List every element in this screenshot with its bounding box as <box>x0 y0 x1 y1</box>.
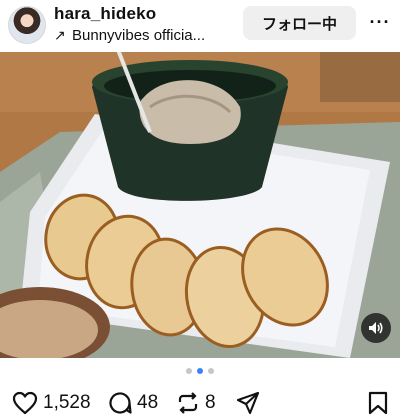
following-button[interactable]: フォロー中 <box>243 6 356 40</box>
comment-count: 48 <box>137 392 159 413</box>
bookmark-icon <box>368 391 388 415</box>
like-action[interactable]: 1,528 <box>12 388 91 418</box>
music-attribution[interactable]: ↗ Bunnyvibes officia... <box>54 27 240 44</box>
post-photo[interactable] <box>0 52 400 358</box>
share-action[interactable] <box>236 388 260 418</box>
comment-icon <box>108 391 132 415</box>
action-bar: 1,528 48 8 <box>0 388 400 420</box>
repost-action[interactable]: 8 <box>176 388 216 418</box>
heart-icon <box>12 391 38 415</box>
send-icon <box>236 391 260 415</box>
post-header: hara_hideko ↗ Bunnyvibes officia... フォロー中… <box>0 0 400 52</box>
avatar[interactable] <box>8 6 46 44</box>
carousel-dot <box>186 368 192 374</box>
speaker-icon[interactable] <box>361 313 391 343</box>
comment-action[interactable]: 48 <box>108 388 158 418</box>
food-photo-illustration <box>0 52 400 358</box>
like-count: 1,528 <box>43 392 91 413</box>
music-attribution-label: Bunnyvibes officia... <box>72 27 206 44</box>
carousel-indicator <box>0 368 400 380</box>
repost-count: 8 <box>205 392 216 413</box>
carousel-dot <box>208 368 214 374</box>
arrow-up-right-icon: ↗ <box>54 27 66 43</box>
carousel-dot <box>197 368 203 374</box>
save-action[interactable] <box>368 388 388 418</box>
repost-icon <box>176 391 200 415</box>
more-dots-icon[interactable]: ··· <box>366 8 394 36</box>
username[interactable]: hara_hideko <box>54 4 156 24</box>
